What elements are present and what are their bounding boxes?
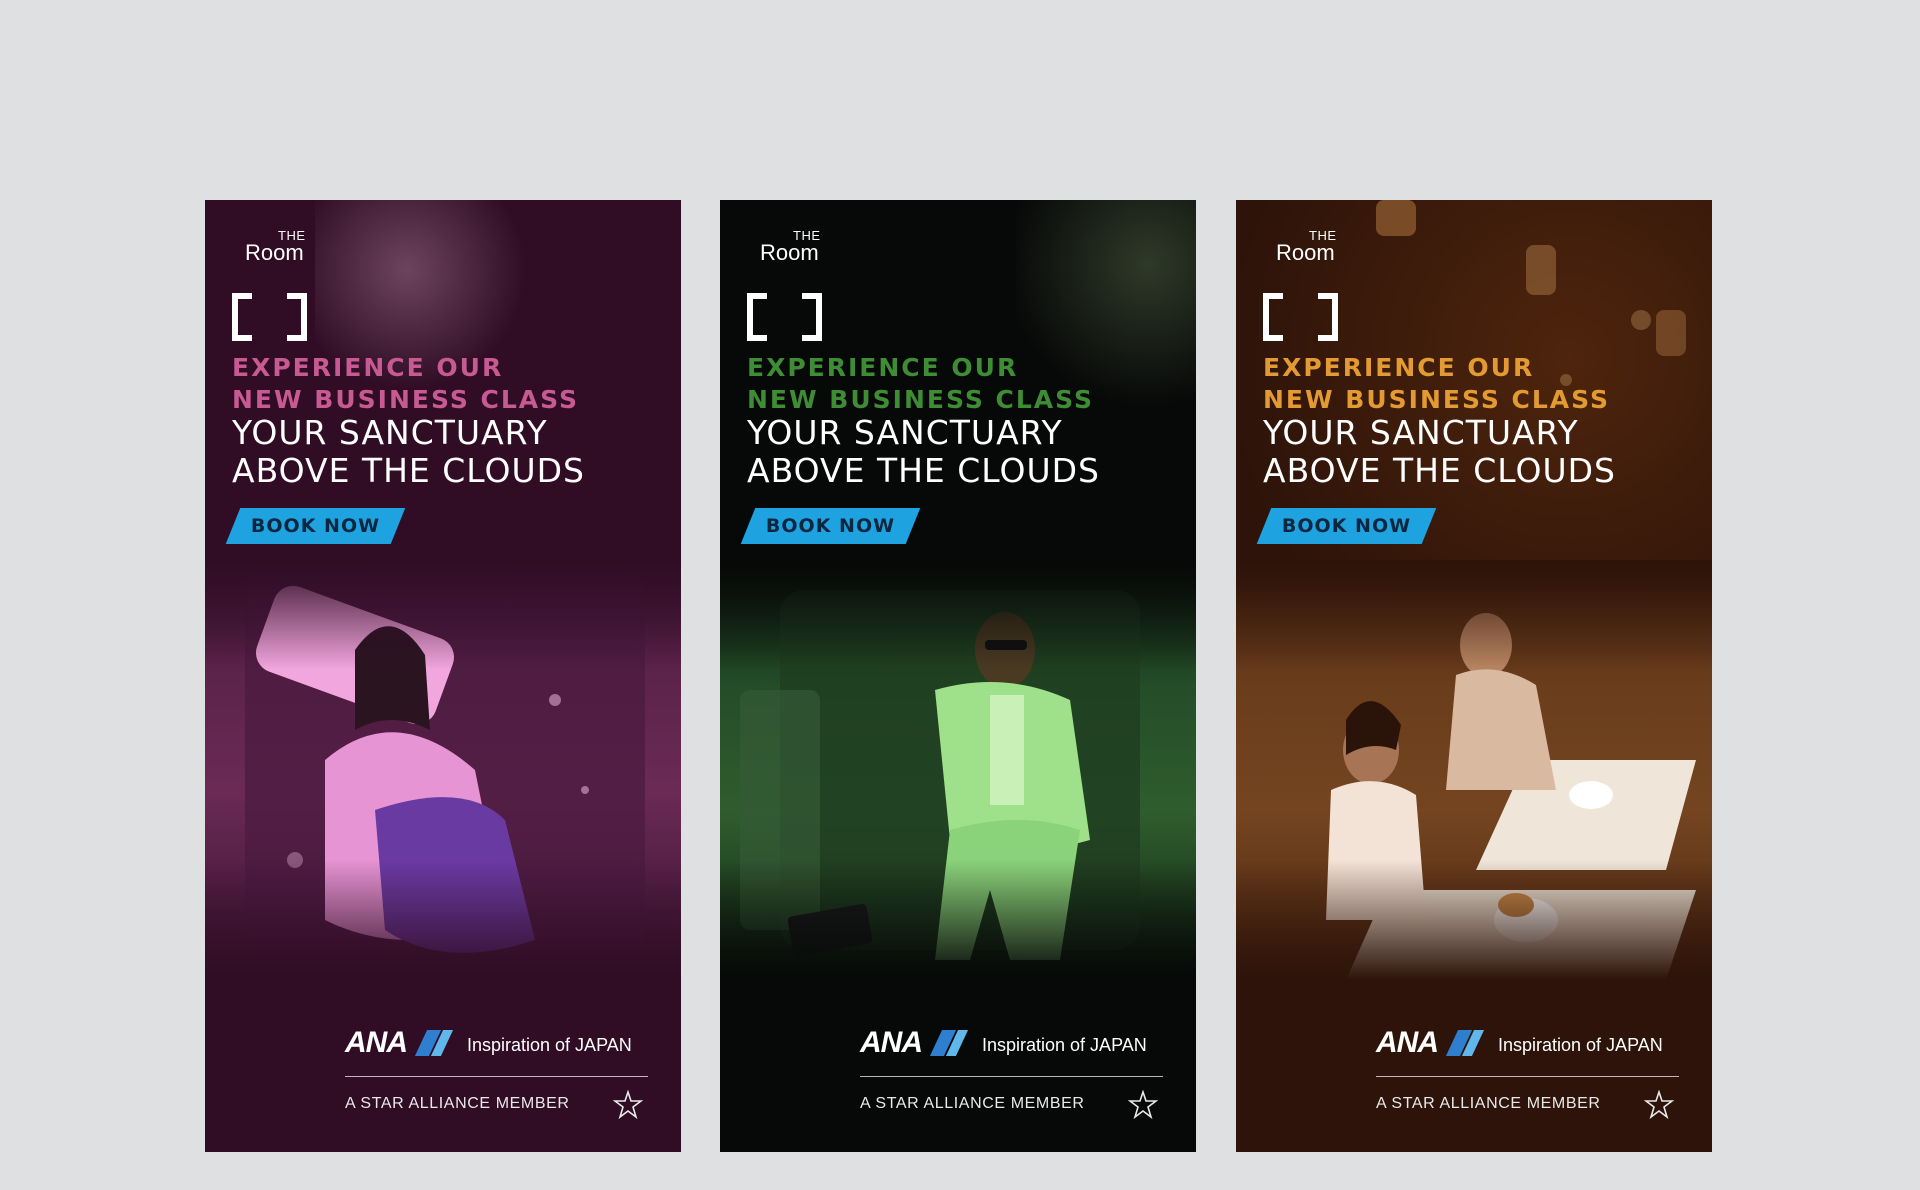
photo-fade-bottom	[1236, 860, 1712, 980]
photo-fade-top	[205, 560, 681, 670]
photo-fade-top	[720, 560, 1196, 670]
tagline: Inspiration of JAPAN	[467, 1035, 632, 1055]
headline-line-2: NEW BUSINESS CLASS	[1263, 385, 1611, 414]
ana-brand-row: ANA Inspiration of JAPAN	[345, 1026, 665, 1060]
ana-wordmark: ANA	[860, 1026, 923, 1059]
book-now-label: BOOK NOW	[250, 515, 381, 537]
bracket-left-icon	[747, 293, 767, 341]
headline-line-2: NEW BUSINESS CLASS	[747, 385, 1095, 414]
sleeping-passenger-photo	[205, 560, 681, 980]
footer-divider	[1376, 1076, 1679, 1077]
book-now-button[interactable]: BOOK NOW	[1256, 508, 1437, 544]
footer-divider	[860, 1076, 1163, 1077]
footer-divider	[345, 1076, 648, 1077]
alliance-text: A STAR ALLIANCE MEMBER	[860, 1095, 1085, 1112]
main-line-2: ABOVE THE CLOUDS	[232, 451, 585, 490]
the-room-logo: THE Room	[747, 226, 827, 341]
ad-banner-1[interactable]: THE Room EXPERIENCE OUR NEW BUSINESS CLA…	[205, 200, 681, 1152]
tagline: Inspiration of JAPAN	[1498, 1035, 1663, 1055]
logo-room: Room	[1276, 240, 1335, 265]
the-room-logo: THE Room	[1263, 226, 1343, 341]
book-now-label: BOOK NOW	[1281, 515, 1412, 537]
alliance-row: A STAR ALLIANCE MEMBER	[345, 1090, 665, 1120]
book-now-label: BOOK NOW	[765, 515, 896, 537]
star-alliance-icon	[1644, 1090, 1674, 1120]
star-alliance-icon	[1128, 1090, 1158, 1120]
main-line-1: YOUR SANCTUARY	[747, 413, 1063, 452]
ana-brand-row: ANA Inspiration of JAPAN	[860, 1026, 1180, 1060]
alliance-row: A STAR ALLIANCE MEMBER	[1376, 1090, 1696, 1120]
logo-room: Room	[760, 240, 819, 265]
main-line-1: YOUR SANCTUARY	[1263, 413, 1579, 452]
photo-fade-top	[1236, 560, 1712, 670]
bracket-left-icon	[1263, 293, 1283, 341]
main-line-2: ABOVE THE CLOUDS	[747, 451, 1100, 490]
relaxing-passenger-photo	[720, 560, 1196, 980]
alliance-text: A STAR ALLIANCE MEMBER	[1376, 1095, 1601, 1112]
book-now-button[interactable]: BOOK NOW	[225, 508, 406, 544]
dining-couple-photo	[1236, 560, 1712, 980]
photo-fade-bottom	[205, 860, 681, 980]
ana-stripe-icon	[929, 1030, 969, 1056]
bracket-left-icon	[232, 293, 252, 341]
ad-banner-3[interactable]: THE Room EXPERIENCE OUR NEW BUSINESS CLA…	[1236, 200, 1712, 1152]
the-room-logo: THE Room	[232, 226, 312, 341]
ana-wordmark: ANA	[1376, 1026, 1439, 1059]
ana-brand-row: ANA Inspiration of JAPAN	[1376, 1026, 1696, 1060]
main-line-2: ABOVE THE CLOUDS	[1263, 451, 1616, 490]
headline-line-2: NEW BUSINESS CLASS	[232, 385, 580, 414]
headline-line-1: EXPERIENCE OUR	[232, 353, 504, 382]
tagline: Inspiration of JAPAN	[982, 1035, 1147, 1055]
bracket-right-icon	[802, 293, 822, 341]
photo-fade-bottom	[720, 860, 1196, 980]
ana-stripe-icon	[1445, 1030, 1485, 1056]
star-alliance-icon	[613, 1090, 643, 1120]
headline-line-1: EXPERIENCE OUR	[1263, 353, 1535, 382]
main-line-1: YOUR SANCTUARY	[232, 413, 548, 452]
ad-banner-2[interactable]: THE Room EXPERIENCE OUR NEW BUSINESS CLA…	[720, 200, 1196, 1152]
alliance-text: A STAR ALLIANCE MEMBER	[345, 1095, 570, 1112]
bracket-right-icon	[287, 293, 307, 341]
ana-stripe-icon	[414, 1030, 454, 1056]
headline-line-1: EXPERIENCE OUR	[747, 353, 1019, 382]
ana-wordmark: ANA	[345, 1026, 408, 1059]
book-now-button[interactable]: BOOK NOW	[740, 508, 921, 544]
bracket-right-icon	[1318, 293, 1338, 341]
logo-room: Room	[245, 240, 304, 265]
alliance-row: A STAR ALLIANCE MEMBER	[860, 1090, 1180, 1120]
